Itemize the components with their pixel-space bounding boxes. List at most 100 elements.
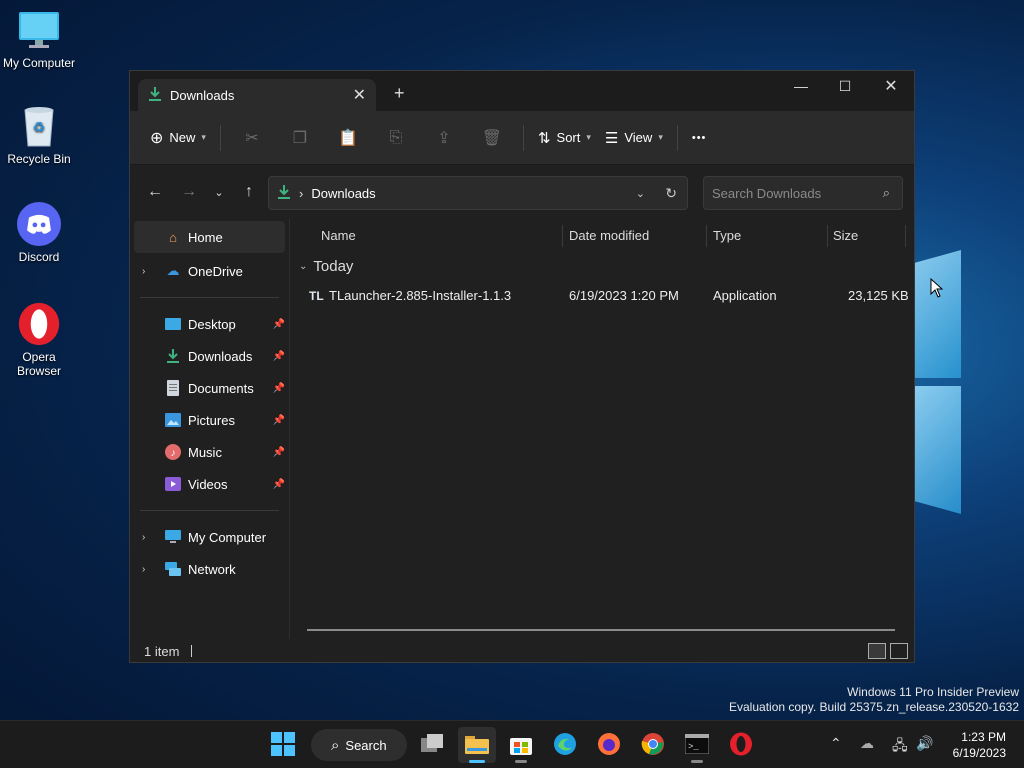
recent-locations-chevron-icon[interactable]: ⌄ — [204, 177, 234, 207]
details-view-button[interactable] — [868, 643, 886, 659]
taskbar-firefox[interactable] — [590, 727, 628, 763]
sidebar-item-pictures[interactable]: Pictures 📌 — [130, 404, 289, 436]
tiles-view-button[interactable] — [890, 643, 908, 659]
search-icon: ⌕ — [882, 185, 890, 200]
column-divider[interactable] — [562, 225, 563, 247]
chevron-down-icon: ⌄ — [299, 260, 308, 272]
up-arrow-icon[interactable]: ↑ — [234, 177, 264, 207]
column-divider[interactable] — [706, 225, 707, 247]
desktop-icon-recycle-bin[interactable]: ♻ Recycle Bin — [0, 104, 78, 166]
sidebar-item-videos[interactable]: Videos 📌 — [130, 468, 289, 500]
taskbar-opera[interactable] — [722, 727, 760, 763]
sidebar-item-network[interactable]: › Network — [130, 553, 289, 585]
delete-icon[interactable]: 🗑 — [475, 123, 509, 153]
file-list: Name Date modified Type Size ⌄ Today TL … — [291, 219, 915, 639]
show-hidden-icons-chevron-icon[interactable]: ⌃ — [830, 735, 842, 752]
share-icon[interactable]: ⇪ — [427, 123, 461, 153]
chevron-right-icon[interactable]: › — [142, 266, 145, 277]
column-divider[interactable] — [827, 225, 828, 247]
taskbar-file-explorer[interactable] — [458, 727, 496, 763]
pin-icon[interactable]: 📌 — [273, 479, 285, 490]
start-button[interactable] — [264, 727, 302, 763]
close-window-button[interactable]: ✕ — [868, 71, 914, 101]
system-clock[interactable]: 1:23 PM 6/19/2023 — [953, 729, 1006, 761]
documents-folder-icon — [164, 380, 182, 396]
file-size: 23,125 KB — [848, 288, 909, 303]
sort-button[interactable]: ⇅ Sort ▾ — [538, 129, 591, 147]
address-bar[interactable]: › Downloads ⌄ ↻ — [268, 176, 688, 210]
desktop-folder-icon — [164, 316, 182, 332]
pin-icon[interactable]: 📌 — [273, 415, 285, 426]
chevron-down-icon: ▾ — [201, 132, 206, 142]
chevron-right-icon[interactable]: › — [142, 564, 145, 575]
search-icon: ⌕ — [331, 736, 340, 754]
sidebar-item-documents[interactable]: Documents 📌 — [130, 372, 289, 404]
desktop-icon-opera[interactable]: Opera Browser — [0, 302, 78, 378]
horizontal-scrollbar[interactable] — [307, 629, 895, 631]
tlauncher-app-icon: TL — [309, 287, 325, 306]
column-header-type[interactable]: Type — [713, 228, 741, 243]
opera-icon — [729, 732, 753, 759]
pin-icon[interactable]: 📌 — [273, 447, 285, 458]
rename-icon[interactable]: ⎘ — [379, 123, 413, 153]
refresh-icon[interactable]: ↻ — [665, 185, 677, 202]
sidebar-item-home[interactable]: ⌂ Home — [134, 221, 285, 253]
search-box[interactable]: ⌕ — [703, 176, 903, 210]
desktop-icon-discord[interactable]: Discord — [0, 202, 78, 264]
svg-text:♪: ♪ — [171, 448, 176, 459]
search-input[interactable] — [712, 185, 872, 201]
group-header-today[interactable]: ⌄ Today — [291, 251, 915, 281]
new-tab-button[interactable]: + — [394, 83, 405, 104]
minimize-button[interactable]: — — [778, 71, 824, 101]
pin-icon[interactable]: 📌 — [273, 351, 285, 362]
desktop-icon-my-computer[interactable]: My Computer — [0, 8, 78, 70]
volume-icon[interactable]: 🔊 — [916, 735, 933, 752]
taskbar-search-button[interactable]: ⌕ Search — [311, 729, 407, 761]
status-divider — [191, 645, 193, 657]
cloud-icon: ☁ — [166, 263, 180, 278]
recycle-bin-icon: ♻ — [17, 104, 61, 148]
close-tab-icon[interactable]: ✕ — [353, 85, 366, 105]
sidebar-item-downloads[interactable]: Downloads 📌 — [130, 340, 289, 372]
pin-icon[interactable]: 📌 — [273, 383, 285, 394]
taskbar-microsoft-store[interactable] — [502, 727, 540, 763]
sidebar-item-my-computer[interactable]: › My Computer — [130, 521, 289, 553]
sidebar-item-desktop[interactable]: Desktop 📌 — [130, 308, 289, 340]
file-name: TLauncher-2.885-Installer-1.1.3 — [329, 288, 512, 303]
new-button[interactable]: ⊕ New ▾ — [150, 128, 206, 148]
address-history-chevron-icon[interactable]: ⌄ — [636, 187, 645, 200]
tab-downloads[interactable]: Downloads ✕ — [138, 79, 376, 111]
breadcrumb-location[interactable]: Downloads — [311, 186, 375, 201]
chevron-right-icon[interactable]: › — [142, 532, 145, 543]
onedrive-tray-icon[interactable]: ☁ — [860, 735, 874, 752]
copy-icon[interactable]: ❐ — [283, 123, 317, 153]
forward-arrow-icon[interactable]: → — [174, 177, 204, 207]
column-header-size[interactable]: Size — [833, 228, 858, 243]
more-options-button[interactable]: ••• — [692, 132, 707, 144]
task-view-button[interactable] — [414, 727, 452, 763]
view-button[interactable]: ☰ View ▾ — [605, 129, 663, 147]
sidebar-item-music[interactable]: ♪ Music 📌 — [130, 436, 289, 468]
chevron-down-icon: ▾ — [586, 132, 591, 142]
sort-icon: ⇅ — [537, 129, 551, 147]
evaluation-watermark: Windows 11 Pro Insider Preview Evaluatio… — [729, 685, 1019, 714]
network-tray-icon[interactable]: 🖧 — [892, 735, 908, 759]
taskbar-chrome[interactable] — [634, 727, 672, 763]
file-date: 6/19/2023 1:20 PM — [569, 288, 679, 303]
taskbar: ⌕ Search >_ ⌃ ☁ 🖧 🔊 1:23 PM 6/19/2023 — [0, 720, 1024, 768]
back-arrow-icon[interactable]: ← — [140, 177, 170, 207]
pin-icon[interactable]: 📌 — [273, 319, 285, 330]
taskbar-edge[interactable] — [546, 727, 584, 763]
breadcrumb-separator: › — [299, 185, 304, 201]
taskbar-terminal[interactable]: >_ — [678, 727, 716, 763]
item-count: 1 item — [144, 643, 180, 659]
maximize-button[interactable]: ☐ — [822, 71, 868, 101]
table-row[interactable]: TL TLauncher-2.885-Installer-1.1.3 6/19/… — [291, 281, 915, 311]
column-header-date[interactable]: Date modified — [569, 228, 649, 243]
column-divider[interactable] — [905, 225, 906, 247]
cut-icon[interactable]: ✂ — [235, 123, 269, 153]
column-header-name[interactable]: Name — [321, 228, 356, 243]
sidebar-item-onedrive[interactable]: › ☁ OneDrive — [130, 255, 289, 287]
svg-text:>_: >_ — [688, 742, 699, 752]
paste-icon[interactable]: 📋 — [331, 123, 365, 153]
